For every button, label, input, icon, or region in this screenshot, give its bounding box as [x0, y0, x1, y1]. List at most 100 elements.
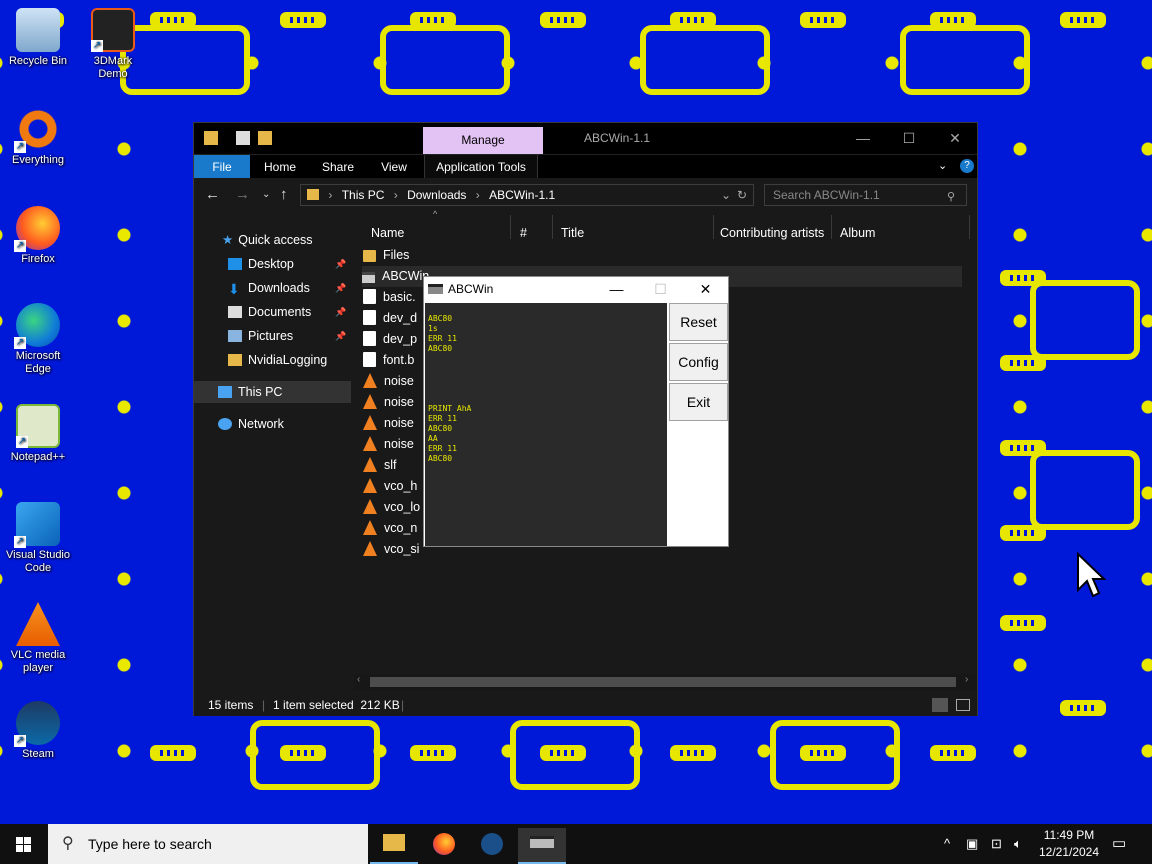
explorer-titlebar[interactable]: Manage ABCWin-1.1 — ☐ ✕ [194, 123, 977, 154]
list-item[interactable]: dev_d [363, 308, 417, 329]
column-header-number[interactable]: # [520, 223, 527, 243]
nav-documents[interactable]: Documents [228, 301, 311, 323]
large-icons-view-icon[interactable] [956, 699, 970, 711]
scroll-right-icon[interactable]: › [965, 674, 968, 685]
column-separator[interactable] [831, 215, 832, 239]
desktop-icon-everything[interactable]: ↗ Everything [4, 107, 72, 167]
desktop-icon-steam[interactable]: ↗ Steam [4, 701, 72, 761]
list-item[interactable]: dev_p [363, 329, 417, 350]
column-separator[interactable] [713, 215, 714, 239]
abc80-terminal-screen[interactable]: ABC80 1s ERR 11 ABC80 PRINT AhA ERR 11 A… [425, 303, 667, 546]
help-icon[interactable]: ? [960, 159, 974, 173]
show-hidden-icons-icon[interactable]: ^ [944, 824, 950, 864]
nav-network[interactable]: Network [218, 413, 284, 435]
close-button[interactable]: ✕ [932, 123, 978, 154]
tab-manage[interactable]: Manage [423, 127, 543, 154]
desktop-icon-label: VLC media player [10, 649, 66, 674]
list-item[interactable]: vco_lo [363, 497, 420, 518]
file-name: vco_lo [384, 500, 421, 514]
desktop-icon-vscode[interactable]: ↗ Visual Studio Code [4, 502, 72, 575]
scroll-left-icon[interactable]: ‹ [357, 674, 360, 685]
config-button[interactable]: Config [669, 343, 728, 381]
taskbar-abcwin[interactable] [518, 828, 566, 864]
new-folder-icon[interactable] [258, 131, 272, 145]
desktop-icon-edge[interactable]: ↗ Microsoft Edge [4, 303, 72, 376]
desktop-icon-3dmark[interactable]: ↗ 3DMark Demo [79, 8, 147, 81]
list-item[interactable]: vco_h [363, 476, 417, 497]
volume-icon[interactable]: 🔈︎ [1014, 824, 1022, 864]
breadcrumb-this-pc[interactable]: This PC [342, 188, 385, 202]
maximize-button[interactable]: ☐ [886, 123, 932, 154]
desktop-icon-firefox[interactable]: ↗ Firefox [4, 206, 72, 266]
reset-button[interactable]: Reset [669, 303, 728, 341]
notifications-icon[interactable]: ▭ [1112, 824, 1126, 864]
column-separator[interactable] [969, 215, 970, 239]
abcwin-titlebar[interactable]: ABCWin — ☐ ✕ [424, 277, 728, 301]
minimize-button[interactable]: — [594, 277, 639, 301]
pin-icon[interactable]: 📌 [335, 283, 346, 294]
refresh-icon[interactable]: ↻ [737, 185, 747, 205]
properties-icon[interactable] [236, 131, 250, 145]
list-item[interactable]: noise [363, 434, 414, 455]
breadcrumb-downloads[interactable]: Downloads [407, 188, 466, 202]
exit-button[interactable]: Exit [669, 383, 728, 421]
column-header-title[interactable]: Title [561, 223, 584, 243]
file-name: basic. [383, 290, 416, 304]
search-input[interactable]: Search ABCWin-1.1 [764, 184, 967, 206]
scrollbar-thumb[interactable] [370, 677, 956, 687]
address-bar[interactable]: › This PC › Downloads › ABCWin-1.1 ⌄ ↻ [300, 184, 754, 206]
list-item[interactable]: Files [363, 245, 409, 266]
nav-desktop[interactable]: Desktop [228, 253, 294, 275]
nav-pictures[interactable]: Pictures [228, 325, 293, 347]
pin-icon[interactable]: 📌 [335, 307, 346, 318]
close-button[interactable]: ✕ [683, 277, 728, 301]
up-button[interactable]: ↑ [280, 186, 288, 203]
minimize-button[interactable]: — [840, 123, 886, 154]
nav-quick-access[interactable]: ★ Quick access [222, 229, 313, 251]
column-header-name[interactable]: Name [371, 223, 404, 243]
list-item[interactable]: font.b [363, 350, 414, 371]
details-view-icon[interactable] [932, 698, 948, 712]
list-item[interactable]: noise [363, 413, 414, 434]
clock[interactable]: 11:49 PM 12/21/2024 [1034, 827, 1104, 861]
list-item[interactable]: noise [363, 371, 414, 392]
desktop-icon-recycle-bin[interactable]: Recycle Bin [4, 8, 72, 68]
nav-this-pc[interactable]: This PC [218, 381, 282, 403]
pin-icon[interactable]: 📌 [335, 259, 346, 270]
tab-home[interactable]: Home [252, 155, 308, 179]
firefox-icon [433, 833, 455, 855]
recent-locations-button[interactable]: ⌄ [262, 189, 270, 200]
taskbar-steam[interactable] [468, 828, 516, 864]
column-separator[interactable] [552, 215, 553, 239]
maximize-button[interactable]: ☐ [638, 277, 683, 301]
list-item[interactable]: vco_si [363, 539, 419, 560]
taskbar-file-explorer[interactable] [370, 828, 418, 864]
column-header-album[interactable]: Album [840, 223, 875, 243]
chevron-down-icon[interactable]: ⌄ [721, 185, 731, 205]
desktop-icon-notepadpp[interactable]: ↗ Notepad++ [4, 404, 72, 464]
security-icon[interactable]: ▣ [966, 824, 978, 864]
list-item[interactable]: noise [363, 392, 414, 413]
pin-icon[interactable]: 📌 [335, 331, 346, 342]
column-header-contributing-artists[interactable]: Contributing artists [720, 223, 824, 243]
tab-view[interactable]: View [366, 155, 422, 179]
taskbar-search-box[interactable]: ⚲ Type here to search [48, 824, 368, 864]
list-item[interactable]: basic. [363, 287, 416, 308]
network-icon[interactable]: ⊡ [991, 824, 1002, 864]
column-separator[interactable] [510, 215, 511, 239]
back-button[interactable]: ← [205, 186, 220, 203]
taskbar-firefox[interactable] [420, 828, 468, 864]
breadcrumb-abcwin[interactable]: ABCWin-1.1 [489, 188, 555, 202]
horizontal-scrollbar[interactable]: ‹ › [354, 674, 976, 690]
nav-downloads[interactable]: ⬇ Downloads [228, 277, 310, 299]
list-item[interactable]: slf [363, 455, 397, 476]
tab-share[interactable]: Share [310, 155, 366, 179]
forward-button[interactable]: → [235, 186, 250, 203]
tab-file[interactable]: File [194, 155, 250, 179]
tab-application-tools[interactable]: Application Tools [424, 155, 538, 179]
start-button[interactable] [0, 824, 48, 864]
expand-ribbon-icon[interactable]: ⌄ [938, 159, 947, 172]
desktop-icon-vlc[interactable]: VLC media player [4, 602, 72, 675]
list-item[interactable]: vco_n [363, 518, 417, 539]
nav-nvidialogging[interactable]: NvidiaLogging [228, 349, 327, 371]
